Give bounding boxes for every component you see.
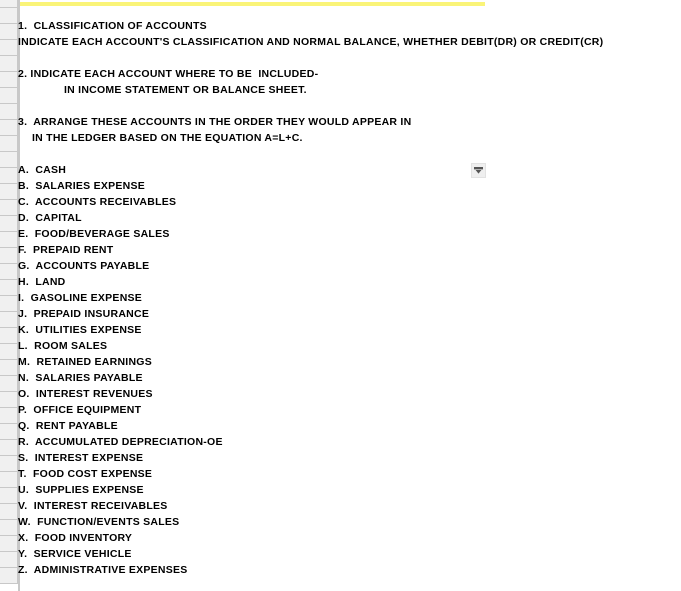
worksheet-content-area: 1. CLASSIFICATION OF ACCOUNTS INDICATE EA… — [14, 0, 681, 591]
account-list-item: K. UTILITIES EXPENSE — [18, 324, 142, 336]
spreadsheet-worksheet: 1. CLASSIFICATION OF ACCOUNTS INDICATE EA… — [0, 0, 681, 591]
account-list-item: Y. SERVICE VEHICLE — [18, 548, 132, 560]
account-list-item: H. LAND — [18, 276, 66, 288]
instruction-line-q1-detail: INDICATE EACH ACCOUNT'S CLASSIFICATION A… — [18, 36, 604, 48]
account-list-item: M. RETAINED EARNINGS — [18, 356, 152, 368]
instruction-line-q1-title: 1. CLASSIFICATION OF ACCOUNTS — [18, 20, 207, 32]
account-list-item: P. OFFICE EQUIPMENT — [18, 404, 142, 416]
account-list-item: L. ROOM SALES — [18, 340, 108, 352]
account-list-item: E. FOOD/BEVERAGE SALES — [18, 228, 170, 240]
chevron-down-icon — [474, 167, 483, 174]
account-list-item: T. FOOD COST EXPENSE — [18, 468, 153, 480]
account-list-item: F. PREPAID RENT — [18, 244, 114, 256]
account-list-item: J. PREPAID INSURANCE — [18, 308, 150, 320]
account-list-item: B. SALARIES EXPENSE — [18, 180, 145, 192]
account-list-item: N. SALARIES PAYABLE — [18, 372, 143, 384]
account-list-item: D. CAPITAL — [18, 212, 82, 224]
account-list-item: W. FUNCTION/EVENTS SALES — [18, 516, 180, 528]
account-list-item: V. INTEREST RECEIVABLES — [18, 500, 168, 512]
account-list-item: I. GASOLINE EXPENSE — [18, 292, 143, 304]
account-list-item: R. ACCUMULATED DEPRECIATION-OE — [18, 436, 223, 448]
account-list-item: X. FOOD INVENTORY — [18, 532, 133, 544]
instruction-line-q2-detail: IN INCOME STATEMENT OR BALANCE SHEET. — [64, 84, 307, 96]
instruction-line-q3-detail: IN THE LEDGER BASED ON THE EQUATION A=L+… — [32, 132, 303, 144]
account-list-item: C. ACCOUNTS RECEIVABLES — [18, 196, 177, 208]
instruction-line-q2-title: 2. INDICATE EACH ACCOUNT WHERE TO BE INC… — [18, 68, 319, 80]
account-list-item: U. SUPPLIES EXPENSE — [18, 484, 144, 496]
account-list-item: Z. ADMINISTRATIVE EXPENSES — [18, 564, 188, 576]
account-list-item: A. CASH — [18, 164, 67, 176]
account-list-item: G. ACCOUNTS PAYABLE — [18, 260, 150, 272]
instruction-line-q3-title: 3. ARRANGE THESE ACCOUNTS IN THE ORDER T… — [18, 116, 412, 128]
account-list-item: S. INTEREST EXPENSE — [18, 452, 144, 464]
account-list-item: O. INTEREST REVENUES — [18, 388, 153, 400]
account-list-item: Q. RENT PAYABLE — [18, 420, 118, 432]
autofilter-dropdown-button[interactable] — [471, 163, 486, 178]
